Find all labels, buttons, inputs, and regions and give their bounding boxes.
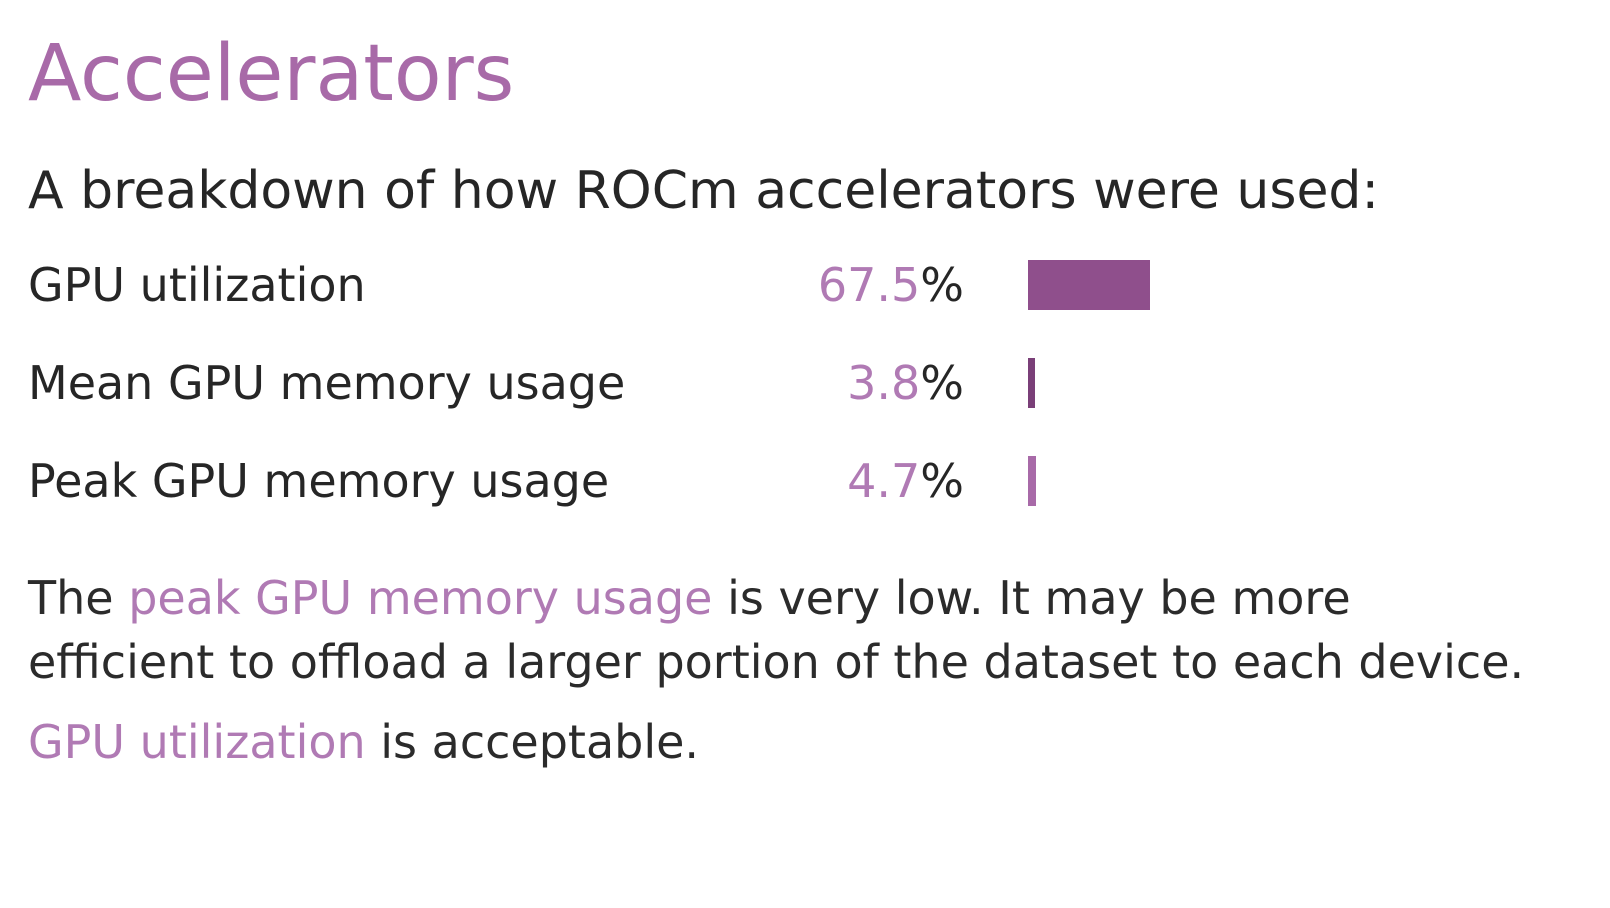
metric-bar-track <box>1028 456 1208 506</box>
metric-number: 67.5 <box>817 258 921 312</box>
metric-bar-track <box>1028 358 1208 408</box>
metric-bar-fill <box>1028 260 1150 310</box>
recommendation-memory: The peak GPU memory usage is very low. I… <box>28 566 1528 694</box>
metric-number: 3.8 <box>847 356 921 410</box>
intro-text: A breakdown of how ROCm accelerators wer… <box>28 161 1379 221</box>
recommendations: The peak GPU memory usage is very low. I… <box>28 566 1528 790</box>
metric-row-mean-gpu-memory: Mean GPU memory usage 3.8% <box>28 350 1228 448</box>
metric-unit: % <box>920 356 964 410</box>
highlight-gpu-utilization: GPU utilization <box>28 715 366 769</box>
metric-label: GPU utilization <box>28 258 366 312</box>
metric-value: 3.8% <box>847 350 964 416</box>
page-title: Accelerators <box>28 29 515 119</box>
metric-label: Mean GPU memory usage <box>28 356 626 410</box>
metric-row-peak-gpu-memory: Peak GPU memory usage 4.7% <box>28 448 1228 546</box>
metric-value: 4.7% <box>847 448 964 514</box>
highlight-peak-gpu-memory-usage: peak GPU memory usage <box>128 571 713 625</box>
metric-label: Peak GPU memory usage <box>28 454 610 508</box>
metric-row-gpu-utilization: GPU utilization 67.5% <box>28 252 1228 350</box>
recommendation-utilization: GPU utilization is acceptable. <box>28 710 1528 774</box>
accelerators-panel: Accelerators A breakdown of how ROCm acc… <box>28 0 1598 908</box>
metric-bar-fill <box>1028 358 1035 408</box>
note-prefix: The <box>28 571 129 625</box>
metric-bar-track <box>1028 260 1208 310</box>
note-suffix: is acceptable. <box>365 715 700 769</box>
metric-value: 67.5% <box>818 252 964 318</box>
metric-number: 4.7 <box>847 454 921 508</box>
metric-unit: % <box>920 258 964 312</box>
metrics-list: GPU utilization 67.5% Mean GPU memory us… <box>28 252 1228 546</box>
metric-bar-fill <box>1028 456 1037 506</box>
metric-unit: % <box>920 454 964 508</box>
